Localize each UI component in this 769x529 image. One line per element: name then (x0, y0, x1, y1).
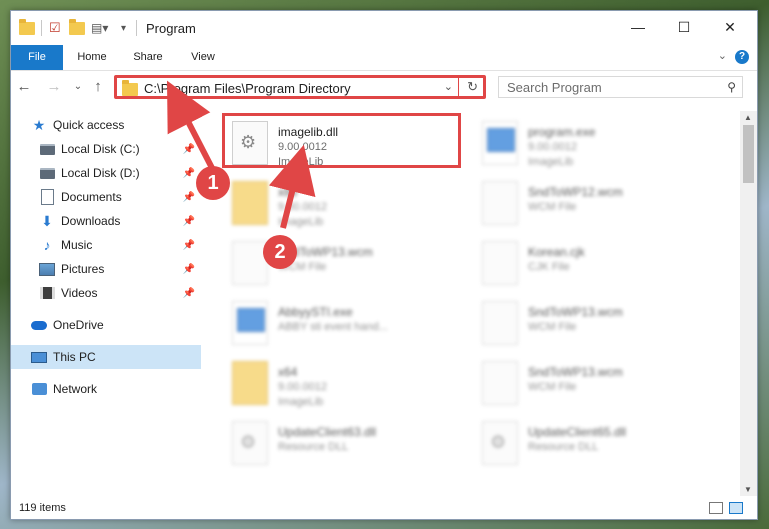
arrow-to-address-bar (167, 80, 215, 170)
callout-1: 1 (196, 166, 230, 200)
callout-2: 2 (263, 235, 297, 269)
arrow-to-imagelib (268, 144, 316, 229)
annotation-arrows (167, 80, 316, 229)
